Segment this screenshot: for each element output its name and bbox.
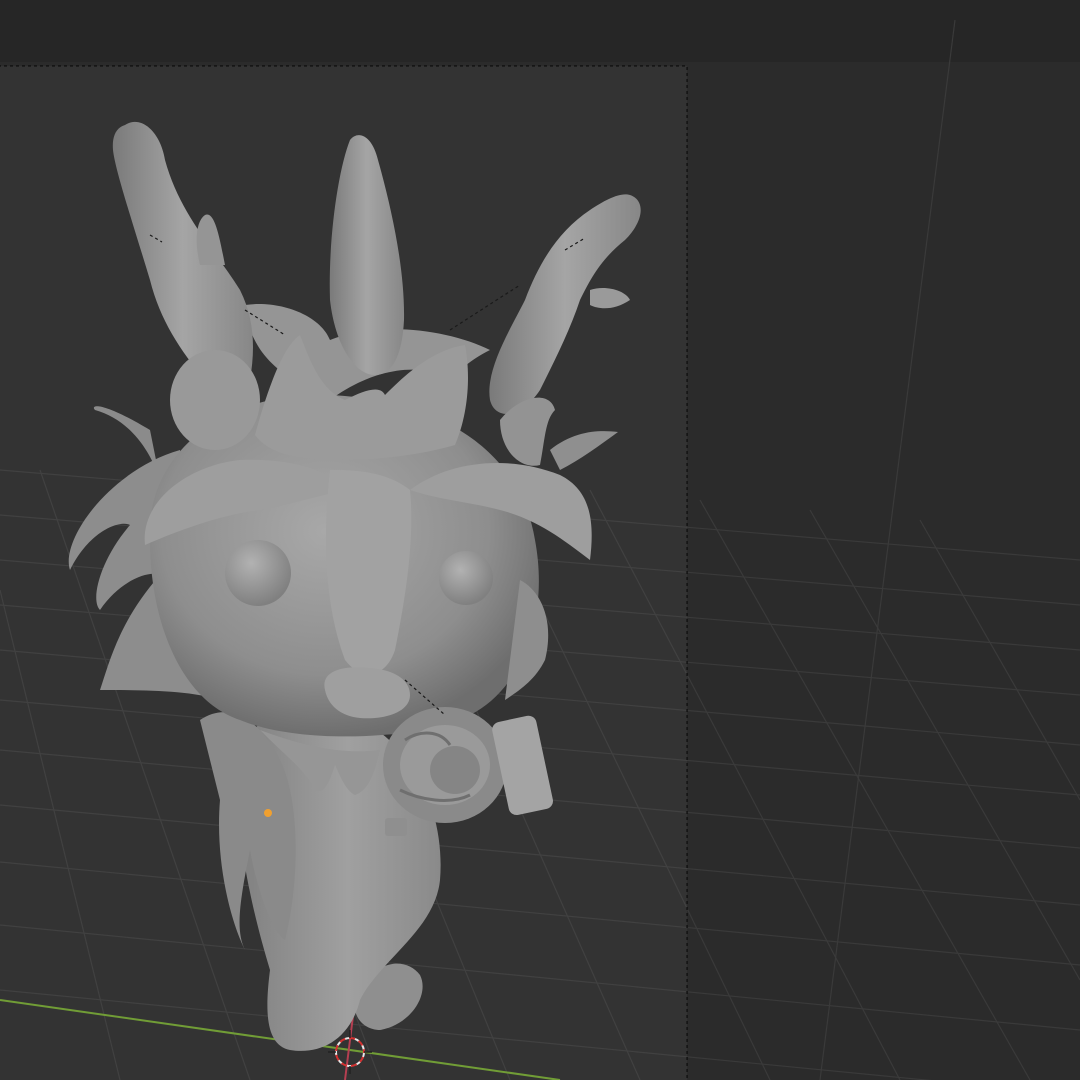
model-horn-left-base bbox=[170, 350, 260, 450]
object-origin-icon bbox=[264, 809, 272, 817]
model-eye-left bbox=[225, 540, 291, 606]
viewport-header bbox=[0, 0, 1080, 62]
3d-viewport[interactable] bbox=[0, 0, 1080, 1080]
viewport-canvas[interactable] bbox=[0, 0, 1080, 1080]
model-eye-right bbox=[439, 551, 493, 605]
